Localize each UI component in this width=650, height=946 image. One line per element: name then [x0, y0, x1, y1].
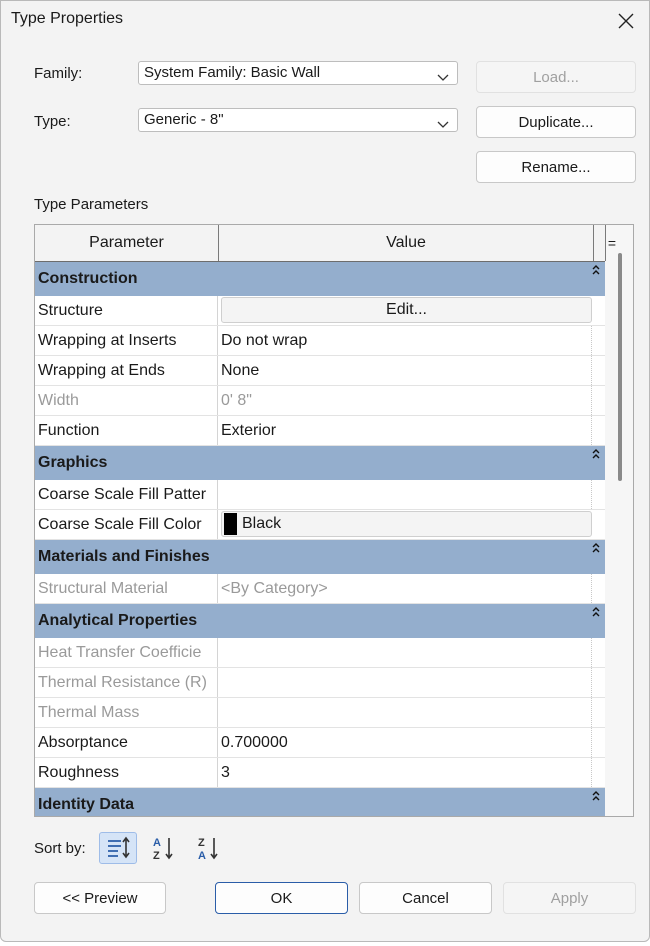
- parameter-name: Coarse Scale Fill Patter: [35, 480, 218, 509]
- ok-button[interactable]: OK: [215, 882, 348, 914]
- family-label: Family:: [34, 65, 83, 82]
- value-column-header[interactable]: Value: [219, 225, 594, 261]
- scrollbar-thumb[interactable]: [618, 253, 622, 481]
- group-header[interactable]: Graphics: [35, 446, 606, 480]
- chevron-down-icon: [437, 67, 449, 89]
- svg-text:Z: Z: [153, 850, 160, 861]
- parameter-value[interactable]: None: [218, 356, 592, 385]
- parameter-value: [218, 668, 592, 697]
- type-value: Generic - 8": [144, 111, 224, 128]
- parameter-name: Wrapping at Ends: [35, 356, 218, 385]
- group-header[interactable]: Construction: [35, 262, 606, 296]
- type-parameters-heading: Type Parameters: [34, 196, 149, 213]
- collapse-caret-icon[interactable]: [592, 604, 600, 626]
- family-value: System Family: Basic Wall: [144, 64, 321, 81]
- parameter-value[interactable]: Do not wrap: [218, 326, 592, 355]
- color-swatch: [224, 513, 237, 535]
- parameter-row[interactable]: Function Exterior: [35, 416, 606, 446]
- parameter-name: Roughness: [35, 758, 218, 787]
- cancel-button[interactable]: Cancel: [359, 882, 492, 914]
- family-dropdown[interactable]: System Family: Basic Wall: [138, 61, 458, 85]
- parameter-value: <By Category>: [218, 574, 592, 603]
- grid-header: Parameter Value: [35, 225, 606, 262]
- parameter-value[interactable]: 3: [218, 758, 592, 787]
- collapse-caret-icon[interactable]: [592, 540, 600, 562]
- collapse-caret-icon[interactable]: [592, 788, 600, 810]
- parameter-value: [218, 698, 592, 727]
- parameter-name: Structure: [35, 296, 218, 325]
- parameter-row[interactable]: Structural Material <By Category>: [35, 574, 606, 604]
- collapse-caret-icon[interactable]: [592, 446, 600, 468]
- parameter-rows: Construction Structure Edit... Wrapping at …: [35, 262, 606, 816]
- parameter-row[interactable]: Roughness 3: [35, 758, 606, 788]
- chevron-down-icon: [437, 114, 449, 136]
- parameter-row[interactable]: Thermal Mass: [35, 698, 606, 728]
- parameter-name: Width: [35, 386, 218, 415]
- title-bar: Type Properties: [1, 1, 649, 41]
- edit-structure-button[interactable]: Edit...: [221, 297, 592, 323]
- collapse-caret-icon[interactable]: [592, 262, 600, 284]
- group-name: Materials and Finishes: [38, 548, 210, 565]
- parameter-row[interactable]: Coarse Scale Fill Color Black: [35, 510, 606, 540]
- parameter-row[interactable]: Structure Edit...: [35, 296, 606, 326]
- parameter-value[interactable]: 0.700000: [218, 728, 592, 757]
- sort-grouped-icon[interactable]: [99, 832, 137, 864]
- parameter-row[interactable]: Wrapping at Ends None: [35, 356, 606, 386]
- parameter-value[interactable]: Exterior: [218, 416, 592, 445]
- parameter-row[interactable]: Heat Transfer Coefficie: [35, 638, 606, 668]
- svg-text:A: A: [153, 837, 161, 849]
- type-properties-dialog: Type Properties Family: System Family: B…: [0, 0, 650, 942]
- window-title: Type Properties: [11, 10, 124, 27]
- sort-descending-icon[interactable]: Z A: [189, 832, 227, 864]
- parameter-name: Wrapping at Inserts: [35, 326, 218, 355]
- parameter-row[interactable]: Width 0' 8": [35, 386, 606, 416]
- parameter-name: Thermal Mass: [35, 698, 218, 727]
- fill-color-button[interactable]: Black: [221, 511, 592, 537]
- group-name: Construction: [38, 270, 138, 287]
- group-header[interactable]: Identity Data: [35, 788, 606, 816]
- duplicate-button[interactable]: Duplicate...: [476, 106, 636, 138]
- load-button[interactable]: Load...: [476, 61, 636, 93]
- parameter-name: Absorptance: [35, 728, 218, 757]
- apply-button[interactable]: Apply: [503, 882, 636, 914]
- parameter-value: 0' 8": [218, 386, 592, 415]
- parameter-value: [218, 638, 592, 667]
- type-dropdown[interactable]: Generic - 8": [138, 108, 458, 132]
- formula-column-header: =: [605, 225, 618, 261]
- rename-button[interactable]: Rename...: [476, 151, 636, 183]
- sort-by-label: Sort by:: [34, 840, 86, 857]
- svg-text:A: A: [198, 850, 206, 861]
- parameter-name: Thermal Resistance (R): [35, 668, 218, 697]
- parameter-name: Function: [35, 416, 218, 445]
- parameter-name: Heat Transfer Coefficie: [35, 638, 218, 667]
- parameter-row[interactable]: Wrapping at Inserts Do not wrap: [35, 326, 606, 356]
- parameter-column-header[interactable]: Parameter: [35, 225, 219, 261]
- parameter-value[interactable]: [218, 480, 592, 509]
- close-icon[interactable]: [609, 5, 643, 37]
- parameter-name: Structural Material: [35, 574, 218, 603]
- parameter-row[interactable]: Absorptance 0.700000: [35, 728, 606, 758]
- parameter-row[interactable]: Coarse Scale Fill Patter: [35, 480, 606, 510]
- parameter-value: Black: [242, 515, 282, 532]
- group-header[interactable]: Analytical Properties: [35, 604, 606, 638]
- parameter-name: Coarse Scale Fill Color: [35, 510, 218, 539]
- group-name: Graphics: [38, 454, 108, 471]
- preview-button[interactable]: << Preview: [34, 882, 166, 914]
- type-parameters-grid: Parameter Value Construction Structure Edi…: [34, 224, 634, 817]
- parameter-row[interactable]: Thermal Resistance (R): [35, 668, 606, 698]
- grid-scrollbar[interactable]: =: [605, 225, 633, 816]
- group-name: Analytical Properties: [38, 612, 198, 629]
- group-name: Identity Data: [38, 796, 135, 813]
- group-header[interactable]: Materials and Finishes: [35, 540, 606, 574]
- sort-ascending-icon[interactable]: A Z: [144, 832, 182, 864]
- type-label: Type:: [34, 113, 71, 130]
- svg-text:Z: Z: [198, 837, 205, 849]
